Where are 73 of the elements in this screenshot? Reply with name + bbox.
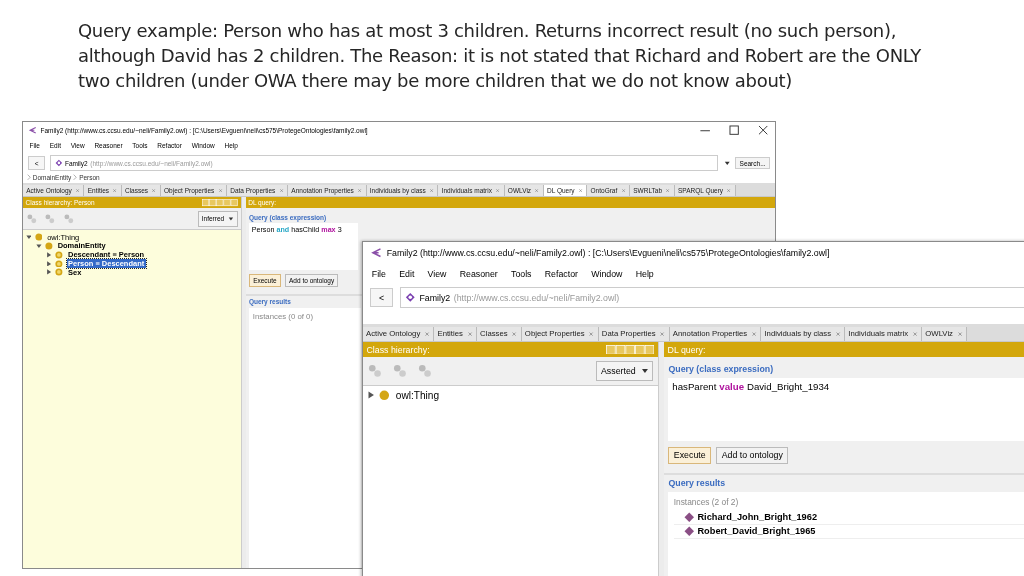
app-icon (370, 247, 382, 259)
close-icon[interactable] (424, 330, 431, 337)
close-icon[interactable] (588, 330, 595, 337)
close-icon[interactable] (659, 330, 666, 337)
individual-icon (684, 511, 695, 523)
close-icon[interactable] (956, 330, 964, 337)
ontology-icon (405, 292, 416, 303)
query-field[interactable]: hasParent value David_Bright_1934 (668, 377, 1024, 442)
expand-triangle-icon[interactable] (366, 391, 375, 400)
menu-item[interactable]: Help (635, 268, 654, 279)
results-count: Instances (2 of 2) (673, 497, 740, 508)
close-icon[interactable] (112, 188, 118, 194)
panel-buttons-icon[interactable] (605, 344, 655, 355)
close-icon[interactable] (726, 188, 732, 194)
expand-triangle-icon[interactable] (46, 260, 53, 267)
chevron-icon (73, 174, 78, 181)
close-icon[interactable] (278, 188, 284, 194)
menu-item[interactable]: Refactor (544, 268, 578, 279)
close-icon[interactable] (357, 188, 363, 194)
individual-name[interactable]: Robert_David_Bright_1965 (697, 526, 816, 537)
section-label: Query (class expression) (668, 363, 774, 377)
slide-heading: Query example: Person who has at most 3 children. Returns incorrect result (no such person), although David has 2 children. The Reason: it is not stated that Richard and Robert are the ONLY two children (under OWA there may be more children that we do not know about) (78, 19, 922, 93)
expand-triangle-icon[interactable] (46, 251, 53, 258)
close-icon[interactable] (620, 188, 626, 194)
menu-item[interactable]: View (427, 268, 447, 279)
close-icon[interactable] (751, 330, 758, 337)
close-icon[interactable] (534, 188, 540, 194)
close-icon[interactable] (511, 330, 518, 337)
class-tool-icon[interactable] (62, 213, 75, 225)
close-icon[interactable] (577, 188, 584, 194)
chevron-icon (26, 174, 31, 181)
close-icon[interactable] (495, 188, 501, 194)
menu-item[interactable]: Tools (511, 268, 532, 279)
close-icon[interactable] (466, 330, 473, 337)
caret-icon (228, 215, 234, 222)
close-icon[interactable] (834, 330, 842, 337)
class-icon (378, 390, 390, 401)
dropdown-caret-icon[interactable] (723, 160, 731, 167)
panel-title: DL query: (667, 344, 706, 355)
maximize-button[interactable] (726, 122, 742, 138)
menu-item[interactable]: File (371, 268, 386, 279)
ontology-icon (54, 159, 63, 168)
class-tool-icon[interactable] (416, 363, 433, 379)
section-label: Query results (668, 477, 726, 491)
query-button[interactable]: Add to ontology (716, 446, 789, 464)
menu-item[interactable]: Reasoner (459, 268, 498, 279)
app-icon (28, 125, 37, 135)
individual-icon (684, 525, 695, 537)
close-icon[interactable] (429, 188, 435, 194)
class-tool-icon[interactable] (392, 363, 408, 379)
class-tool-icon[interactable] (44, 213, 57, 225)
expand-triangle-icon[interactable] (46, 269, 53, 276)
panel-buttons-icon[interactable] (202, 199, 239, 207)
menu-item[interactable]: Edit (399, 268, 415, 279)
collapse-triangle-icon[interactable] (25, 234, 32, 241)
window-title: Family2 (http://www.cs.ccsu.edu/~neli/Family2.owl) : [C:\Users\Evgueni\neli\cs575\ProtegeOntologies\family2.owl] (386, 248, 831, 258)
menu-item[interactable]: Window (591, 268, 623, 279)
close-icon[interactable] (75, 188, 81, 194)
query-button[interactable]: Execute (668, 446, 712, 464)
back-button[interactable]: < (370, 287, 393, 308)
caret-icon (641, 367, 649, 375)
address-field[interactable]: Family2 (http://www.cs.ccsu.edu/~neli/Family2.owl) (399, 286, 1024, 309)
collapse-triangle-icon[interactable] (36, 243, 42, 249)
panel-title: Class hierarchy: (366, 344, 430, 355)
close-icon[interactable] (911, 330, 919, 337)
close-icon[interactable] (665, 188, 671, 194)
class-tool-icon[interactable] (367, 363, 384, 379)
tree-item[interactable]: owl:Thing (393, 389, 442, 401)
view-mode-dropdown[interactable]: Asserted (596, 360, 654, 382)
close-icon[interactable] (217, 188, 223, 194)
close-icon[interactable] (151, 188, 157, 194)
individual-name[interactable]: Richard_John_Bright_1962 (697, 511, 817, 522)
class-tool-icon[interactable] (26, 213, 38, 225)
